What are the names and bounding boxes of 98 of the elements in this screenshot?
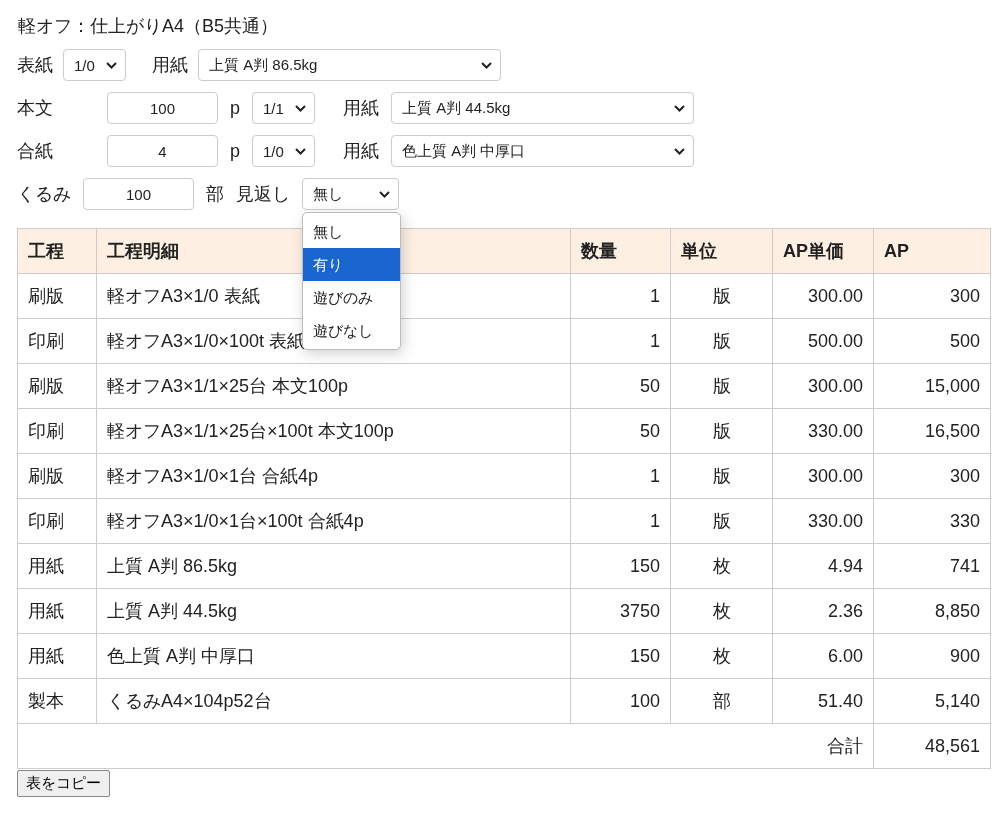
dropdown-option[interactable]: 遊びのみ xyxy=(303,281,400,314)
field-label: p xyxy=(230,97,240,119)
field-label: 用紙 xyxy=(343,140,379,163)
table-cell: 版 xyxy=(670,498,773,544)
table-cell: 150 xyxy=(570,633,671,679)
table-cell: 製本 xyxy=(17,678,97,724)
chevron-down-icon xyxy=(674,147,685,155)
table-cell: 枚 xyxy=(670,588,773,634)
field-label: 部 xyxy=(206,183,224,206)
field-label: 見返し xyxy=(236,183,290,206)
table-cell: 100 xyxy=(570,678,671,724)
table-cell: 15,000 xyxy=(873,363,991,409)
dropdown-select[interactable]: 1/0 xyxy=(63,49,126,81)
table-cell: 741 xyxy=(873,543,991,589)
field-label: 合紙 xyxy=(17,140,54,163)
dropdown-select[interactable]: 1/0 xyxy=(252,135,315,167)
table-cell: 51.40 xyxy=(772,678,874,724)
chevron-down-icon xyxy=(379,190,390,198)
table-cell: 版 xyxy=(670,273,773,319)
table-cell: 用紙 xyxy=(17,633,97,679)
table-cell: 枚 xyxy=(670,543,773,589)
table-cell: 刷版 xyxy=(17,363,97,409)
table-cell: 2.36 xyxy=(772,588,874,634)
field-label: 用紙 xyxy=(343,97,379,120)
dropdown-select[interactable]: 1/1 xyxy=(252,92,315,124)
table-cell: 刷版 xyxy=(17,273,97,319)
table-cell: 版 xyxy=(670,408,773,454)
table-cell: 50 xyxy=(570,363,671,409)
dropdown-option[interactable]: 遊びなし xyxy=(303,314,400,347)
table-cell: 版 xyxy=(670,363,773,409)
table-cell: 刷版 xyxy=(17,453,97,499)
table-cell: 300.00 xyxy=(772,363,874,409)
chevron-down-icon xyxy=(674,104,685,112)
field-label: くるみ xyxy=(17,183,71,206)
table-cell: 用紙 xyxy=(17,543,97,589)
table-cell: 6.00 xyxy=(772,633,874,679)
number-field[interactable]: 100 xyxy=(107,92,218,124)
field-label: 表紙 xyxy=(17,54,53,77)
table-cell: 900 xyxy=(873,633,991,679)
table-cell: 印刷 xyxy=(17,408,97,454)
column-header: 工程 xyxy=(17,228,97,274)
table-cell: 色上質 A判 中厚口 xyxy=(96,633,571,679)
table-cell: 上質 A判 44.5kg xyxy=(96,588,571,634)
table-cell: 版 xyxy=(670,453,773,499)
dropdown-select[interactable]: 無し xyxy=(302,178,399,210)
table-cell: 4.94 xyxy=(772,543,874,589)
table-cell: 300.00 xyxy=(772,273,874,319)
field-label: p xyxy=(230,140,240,162)
table-cell: 500 xyxy=(873,318,991,364)
table-cell: 8,850 xyxy=(873,588,991,634)
table-cell: 3750 xyxy=(570,588,671,634)
table-cell: 16,500 xyxy=(873,408,991,454)
table-cell: 版 xyxy=(670,318,773,364)
chevron-down-icon xyxy=(481,61,492,69)
table-cell: 500.00 xyxy=(772,318,874,364)
table-cell: 50 xyxy=(570,408,671,454)
column-header: 単位 xyxy=(670,228,773,274)
table-cell: 330.00 xyxy=(772,498,874,544)
table-cell: 上質 A判 86.5kg xyxy=(96,543,571,589)
dropdown-option[interactable]: 有り xyxy=(303,248,400,281)
table-cell: 1 xyxy=(570,318,671,364)
table-cell: 1 xyxy=(570,453,671,499)
table-cell: くるみA4×104p52台 xyxy=(96,678,571,724)
table-cell: 1 xyxy=(570,273,671,319)
total-value: 48,561 xyxy=(873,723,991,769)
chevron-down-icon xyxy=(295,104,306,112)
table-cell: 150 xyxy=(570,543,671,589)
number-field[interactable]: 4 xyxy=(107,135,218,167)
table-cell: 軽オフA3×1/1×25台 本文100p xyxy=(96,363,571,409)
field-label: 用紙 xyxy=(152,54,188,77)
table-cell: 1 xyxy=(570,498,671,544)
column-header: 数量 xyxy=(570,228,671,274)
dropdown-select[interactable]: 上質 A判 44.5kg xyxy=(391,92,694,124)
table-cell: 軽オフA3×1/0×1台 合紙4p xyxy=(96,453,571,499)
table-cell: 軽オフA3×1/0×1台×100t 合紙4p xyxy=(96,498,571,544)
column-header: AP単価 xyxy=(772,228,874,274)
table-cell: 300 xyxy=(873,453,991,499)
table-cell: 330.00 xyxy=(772,408,874,454)
total-label: 合計 xyxy=(17,723,874,769)
table-cell: 用紙 xyxy=(17,588,97,634)
table-cell: 部 xyxy=(670,678,773,724)
chevron-down-icon xyxy=(295,147,306,155)
table-cell: 300 xyxy=(873,273,991,319)
table-cell: 印刷 xyxy=(17,318,97,364)
table-cell: 印刷 xyxy=(17,498,97,544)
dropdown-select[interactable]: 色上質 A判 中厚口 xyxy=(391,135,694,167)
column-header: AP xyxy=(873,228,991,274)
page-title: 軽オフ：仕上がりA4（B5共通） xyxy=(18,15,279,38)
field-label: 本文 xyxy=(17,97,54,120)
number-field[interactable]: 100 xyxy=(83,178,194,210)
table-cell: 300.00 xyxy=(772,453,874,499)
table-cell: 軽オフA3×1/1×25台×100t 本文100p xyxy=(96,408,571,454)
table-cell: 330 xyxy=(873,498,991,544)
table-cell: 5,140 xyxy=(873,678,991,724)
copy-table-button[interactable]: 表をコピー xyxy=(17,770,110,797)
dropdown-select[interactable]: 上質 A判 86.5kg xyxy=(198,49,501,81)
table-cell: 枚 xyxy=(670,633,773,679)
chevron-down-icon xyxy=(106,61,117,69)
